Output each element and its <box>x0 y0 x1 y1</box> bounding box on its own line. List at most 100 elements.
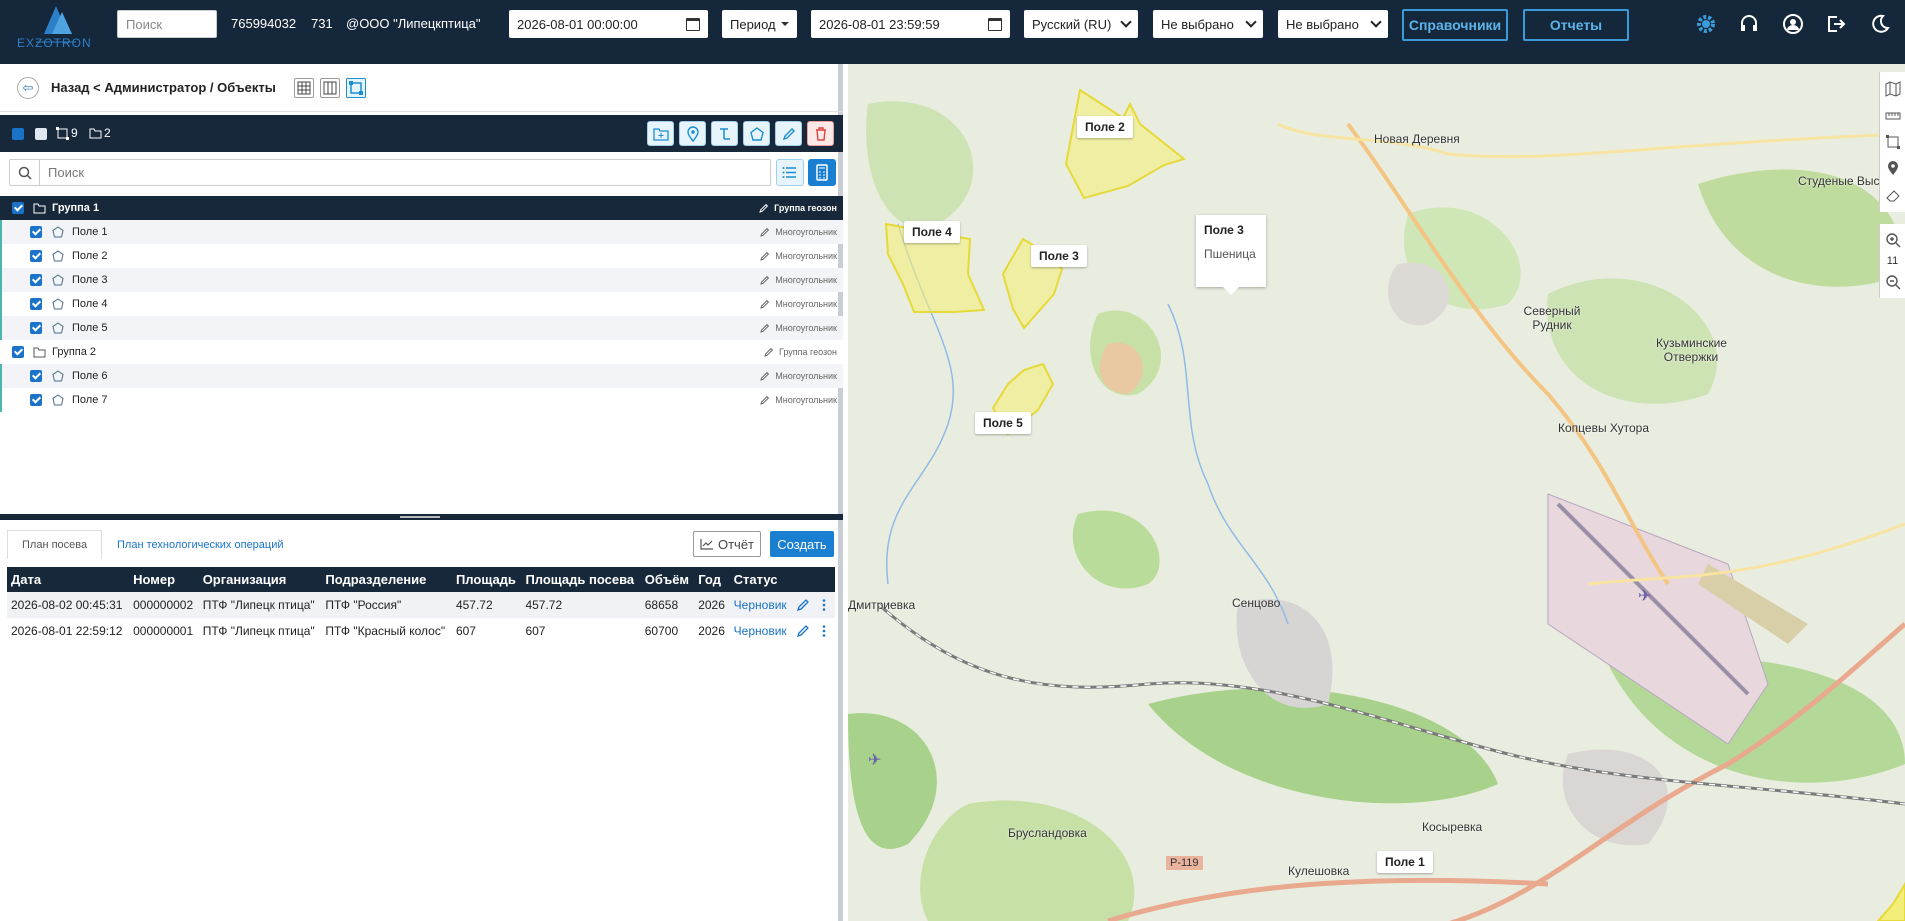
table-row[interactable]: 2026-08-02 00:45:31 000000002 ПТФ "Липецк … <box>7 592 835 618</box>
group-checkbox[interactable] <box>12 202 24 214</box>
tree-group-row[interactable]: Группа 1 Группа геозон <box>0 196 843 220</box>
item-checkbox[interactable] <box>30 394 42 406</box>
map-view-button[interactable] <box>346 78 366 98</box>
calendar-icon[interactable] <box>988 17 1002 31</box>
item-type[interactable]: Многоугольник <box>760 395 837 405</box>
column-header[interactable]: Подразделение <box>321 567 452 592</box>
item-type[interactable]: Многоугольник <box>760 323 837 333</box>
item-checkbox[interactable] <box>30 250 42 262</box>
date-to-field[interactable]: 2026-08-01 23:59:59 <box>811 10 1010 38</box>
table-view-button[interactable] <box>294 78 314 98</box>
zoom-in-icon[interactable] <box>1885 232 1901 248</box>
column-header[interactable]: Площадь <box>451 567 522 592</box>
period-select[interactable]: Период <box>722 10 797 38</box>
field-label[interactable]: Поле 3 <box>1031 245 1087 267</box>
tab-tech-operations[interactable]: План технологических операций <box>103 530 298 559</box>
item-checkbox[interactable] <box>30 274 42 286</box>
add-line-button[interactable] <box>711 121 738 146</box>
zoom-out-icon[interactable] <box>1885 274 1901 290</box>
tree-item-row[interactable]: Поле 6 Многоугольник <box>0 364 843 388</box>
headset-icon[interactable] <box>1738 13 1760 35</box>
field-label[interactable]: Поле 2 <box>1077 116 1133 138</box>
select-all-checkbox[interactable] <box>12 128 24 140</box>
column-header[interactable]: Номер <box>129 567 199 592</box>
pencil-icon[interactable] <box>760 323 770 333</box>
pencil-icon[interactable] <box>796 624 810 638</box>
pencil-icon[interactable] <box>796 598 810 612</box>
area-select-icon[interactable] <box>1885 134 1901 150</box>
company-name[interactable]: @ООО "Липецкптица" <box>346 16 481 31</box>
global-search-input[interactable]: Поиск <box>117 10 217 38</box>
pencil-icon[interactable] <box>764 347 774 357</box>
item-checkbox[interactable] <box>30 226 42 238</box>
directories-button[interactable]: Справочники <box>1402 9 1508 41</box>
map-area[interactable]: Новая Деревня Студеные Выселки Северный … <box>848 64 1905 921</box>
calendar-icon[interactable] <box>686 17 700 31</box>
eraser-icon[interactable] <box>1885 187 1901 203</box>
date-from-field[interactable]: 2026-08-01 00:00:00 <box>509 10 708 38</box>
tree-group-row[interactable]: Группа 2 Группа геозон <box>0 340 843 364</box>
delete-button[interactable] <box>807 121 834 146</box>
add-folder-button[interactable] <box>647 121 674 146</box>
pencil-icon[interactable] <box>760 251 770 261</box>
column-header[interactable]: Год <box>694 567 730 592</box>
field-2-polygon[interactable] <box>1064 88 1187 200</box>
add-point-button[interactable] <box>679 121 706 146</box>
item-type[interactable]: Многоугольник <box>760 275 837 285</box>
pencil-icon[interactable] <box>760 275 770 285</box>
user-settings-icon[interactable] <box>1782 13 1804 35</box>
reports-button[interactable]: Отчеты <box>1523 9 1629 41</box>
partial-checkbox[interactable] <box>35 128 47 140</box>
item-type[interactable]: Многоугольник <box>760 251 837 261</box>
field-label[interactable]: Поле 1 <box>1377 851 1433 873</box>
column-header[interactable]: Дата <box>7 567 130 592</box>
item-type[interactable]: Многоугольник <box>760 227 837 237</box>
table-row[interactable]: 2026-08-01 22:59:12 000000001 ПТФ "Липецк … <box>7 618 835 644</box>
list-view-button[interactable] <box>776 159 804 186</box>
moon-icon[interactable] <box>1869 13 1891 35</box>
tree-item-row[interactable]: Поле 2 Многоугольник <box>0 244 843 268</box>
column-header[interactable]: Статус <box>729 567 792 592</box>
filter-select-2[interactable]: Не выбрано <box>1278 10 1388 38</box>
ruler-icon[interactable] <box>1885 108 1901 124</box>
group-checkbox[interactable] <box>12 346 24 358</box>
tab-sowing-plan[interactable]: План посева <box>7 530 103 559</box>
tree-item-row[interactable]: Поле 3 Многоугольник <box>0 268 843 292</box>
tree-item-row[interactable]: Поле 7 Многоугольник <box>0 388 843 412</box>
edit-button[interactable] <box>775 121 802 146</box>
tree-item-row[interactable]: Поле 5 Многоугольник <box>0 316 843 340</box>
pencil-icon[interactable] <box>760 395 770 405</box>
map-pin-icon[interactable] <box>1885 160 1901 176</box>
create-button[interactable]: Создать <box>770 531 834 557</box>
item-type[interactable]: Многоугольник <box>760 371 837 381</box>
item-type[interactable]: Многоугольник <box>760 299 837 309</box>
status-link[interactable]: Черновик <box>729 592 792 618</box>
back-button[interactable]: ⇦ <box>17 77 39 99</box>
column-header[interactable]: Организация <box>198 567 322 592</box>
breadcrumb[interactable]: Назад < Администратор / Объекты <box>51 80 276 95</box>
more-vertical-icon[interactable] <box>818 598 830 612</box>
gear-icon[interactable] <box>1695 13 1717 35</box>
exzotron-logo[interactable]: EXZOTRON <box>14 2 94 60</box>
report-button[interactable]: Отчёт <box>693 531 761 557</box>
logout-icon[interactable] <box>1825 13 1847 35</box>
group-type[interactable]: Группа геозон <box>759 203 837 213</box>
panel-splitter[interactable] <box>0 514 843 520</box>
group-type[interactable]: Группа геозон <box>764 347 837 357</box>
pencil-icon[interactable] <box>760 299 770 309</box>
calculator-button[interactable] <box>808 159 836 186</box>
column-header[interactable]: Площадь посева <box>521 567 641 592</box>
tree-item-row[interactable]: Поле 1 Многоугольник <box>0 220 843 244</box>
field-label[interactable]: Поле 4 <box>904 221 960 243</box>
pencil-icon[interactable] <box>760 227 770 237</box>
map-layers-icon[interactable] <box>1885 81 1901 97</box>
field-popup[interactable]: Поле 3 Пшеница <box>1196 215 1266 295</box>
language-select[interactable]: Русский (RU) <box>1024 10 1138 38</box>
field-label[interactable]: Поле 5 <box>975 412 1031 434</box>
tree-item-row[interactable]: Поле 4 Многоугольник <box>0 292 843 316</box>
item-checkbox[interactable] <box>30 298 42 310</box>
add-polygon-button[interactable] <box>743 121 770 146</box>
status-link[interactable]: Черновик <box>730 618 792 644</box>
item-checkbox[interactable] <box>30 322 42 334</box>
split-view-button[interactable] <box>320 78 340 98</box>
